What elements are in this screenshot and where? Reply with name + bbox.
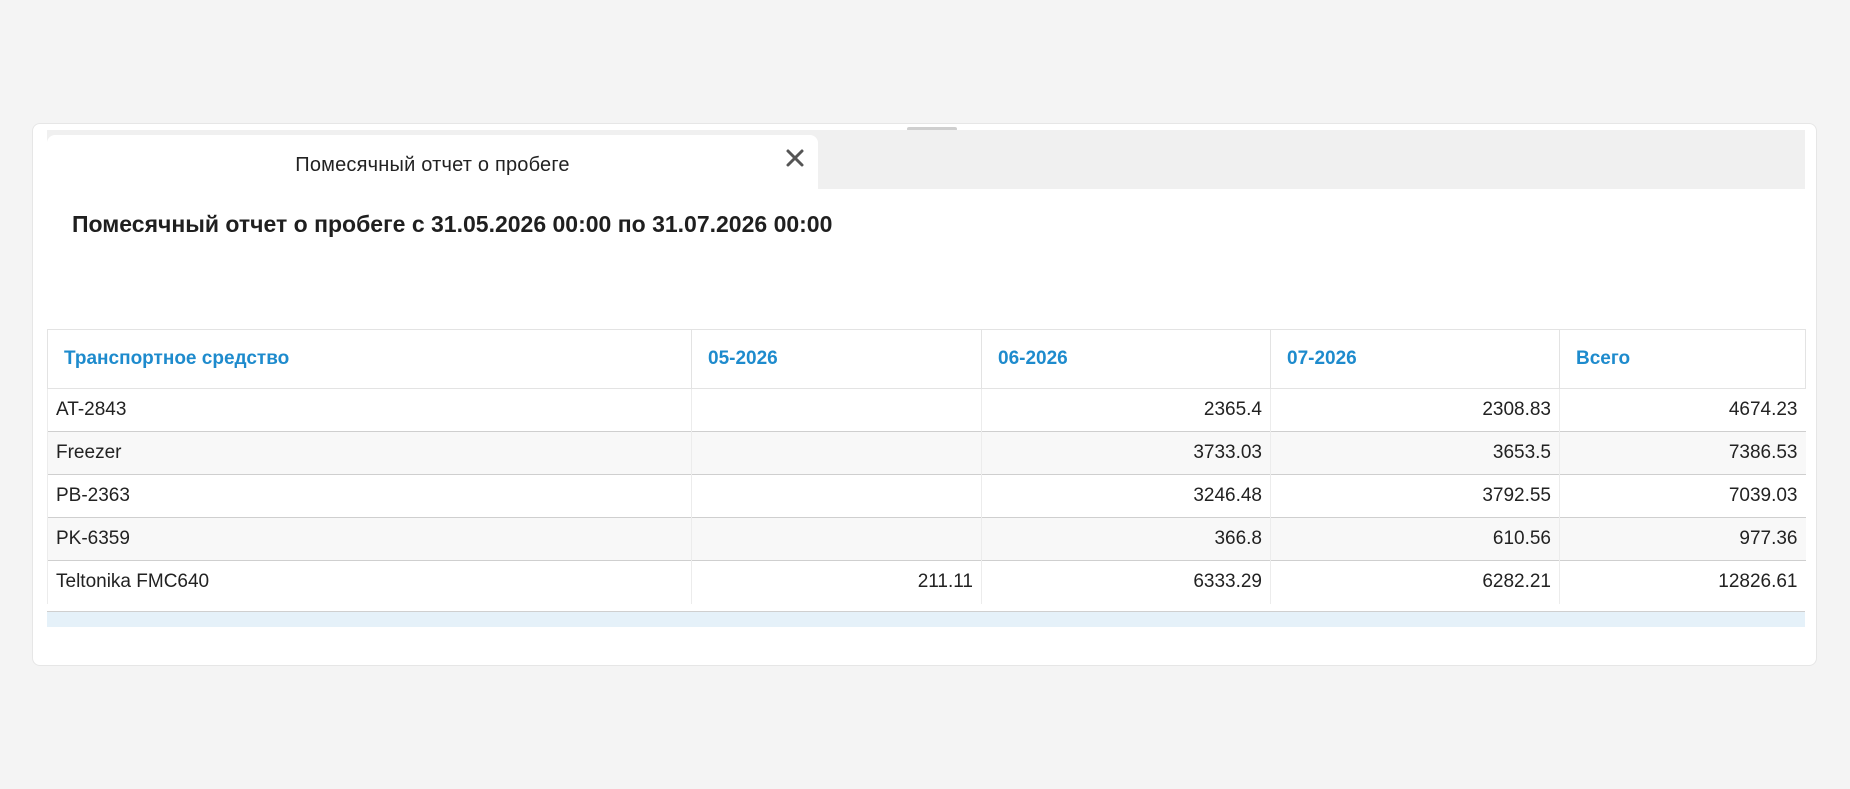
cell-total: 7039.03 xyxy=(1559,474,1806,518)
cell-05-2026 xyxy=(691,517,982,561)
cell-07-2026: 3792.55 xyxy=(1270,474,1560,518)
table-footer-band xyxy=(47,611,1805,627)
tab-strip: Помесячный отчет о пробеге xyxy=(47,130,1805,194)
close-icon[interactable] xyxy=(780,143,810,173)
cell-06-2026: 3246.48 xyxy=(981,474,1271,518)
table-row[interactable]: PB-2363 3246.48 3792.55 7039.03 xyxy=(47,474,1806,518)
cell-total: 7386.53 xyxy=(1559,431,1806,475)
column-header-05-2026[interactable]: 05-2026 xyxy=(691,329,982,389)
cell-06-2026: 2365.4 xyxy=(981,388,1271,432)
table-row[interactable]: PK-6359 366.8 610.56 977.36 xyxy=(47,517,1806,561)
table-row[interactable]: Teltonika FMC640 211.11 6333.29 6282.21 … xyxy=(47,560,1806,604)
cell-05-2026 xyxy=(691,431,982,475)
cell-06-2026: 366.8 xyxy=(981,517,1271,561)
cell-vehicle: PK-6359 xyxy=(47,517,692,561)
cell-total: 977.36 xyxy=(1559,517,1806,561)
table-row[interactable]: AT-2843 2365.4 2308.83 4674.23 xyxy=(47,388,1806,432)
cell-06-2026: 6333.29 xyxy=(981,560,1271,604)
table-row[interactable]: Freezer 3733.03 3653.5 7386.53 xyxy=(47,431,1806,475)
cell-total: 4674.23 xyxy=(1559,388,1806,432)
tab-monthly-mileage-report[interactable]: Помесячный отчет о пробеге xyxy=(47,135,818,194)
table-header-row: Транспортное средство 05-2026 06-2026 07… xyxy=(47,329,1806,389)
cell-05-2026: 211.11 xyxy=(691,560,982,604)
report-window: Помесячный отчет о пробеге Помесячный от… xyxy=(32,123,1817,666)
cell-07-2026: 2308.83 xyxy=(1270,388,1560,432)
cell-vehicle: PB-2363 xyxy=(47,474,692,518)
cell-vehicle: Freezer xyxy=(47,431,692,475)
cell-07-2026: 3653.5 xyxy=(1270,431,1560,475)
column-header-06-2026[interactable]: 06-2026 xyxy=(981,329,1271,389)
column-header-07-2026[interactable]: 07-2026 xyxy=(1270,329,1560,389)
cell-total: 12826.61 xyxy=(1559,560,1806,604)
report-table: Транспортное средство 05-2026 06-2026 07… xyxy=(47,329,1806,604)
tab-label: Помесячный отчет о пробеге xyxy=(295,154,570,176)
cell-05-2026 xyxy=(691,388,982,432)
cell-06-2026: 3733.03 xyxy=(981,431,1271,475)
cell-vehicle: AT-2843 xyxy=(47,388,692,432)
column-header-total[interactable]: Всего xyxy=(1559,329,1806,389)
cell-vehicle: Teltonika FMC640 xyxy=(47,560,692,604)
cell-07-2026: 6282.21 xyxy=(1270,560,1560,604)
cell-07-2026: 610.56 xyxy=(1270,517,1560,561)
report-content: Помесячный отчет о пробеге с 31.05.2026 … xyxy=(47,189,1806,665)
column-header-vehicle[interactable]: Транспортное средство xyxy=(47,329,692,389)
report-title: Помесячный отчет о пробеге с 31.05.2026 … xyxy=(72,211,833,237)
cell-05-2026 xyxy=(691,474,982,518)
